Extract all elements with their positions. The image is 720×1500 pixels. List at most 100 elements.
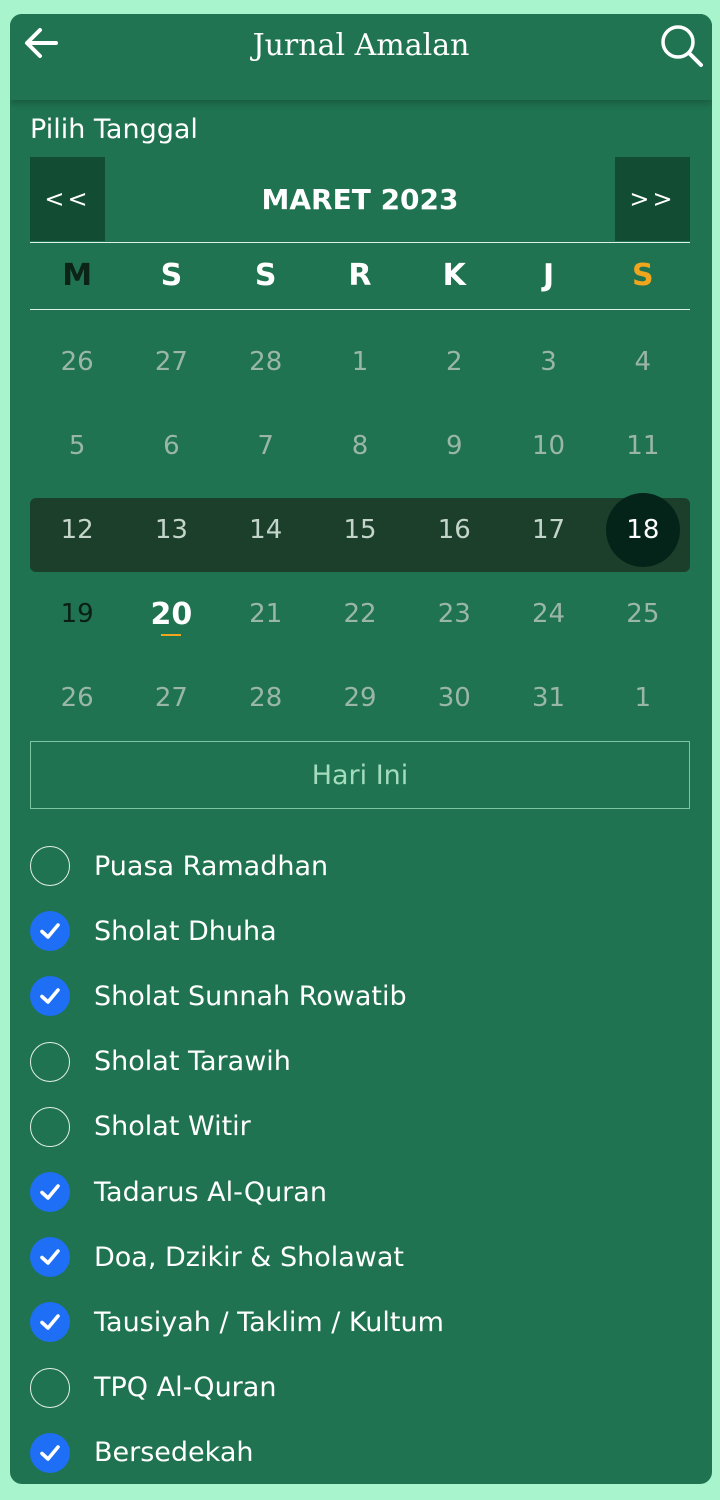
task-item[interactable]: Tausiyah / Taklim / Kultum bbox=[30, 1300, 690, 1344]
day-number: 13 bbox=[154, 515, 188, 545]
weekday-label: S bbox=[254, 257, 277, 293]
month-title: MARET 2023 bbox=[261, 182, 459, 216]
task-item[interactable]: Tadarus Al-Quran bbox=[30, 1170, 690, 1214]
calendar-grid: 26 27 28 1 2 3 4 5 6 7 8 9 10 11 12 13 14 15 16 17 18 19 20 21 2… bbox=[30, 320, 690, 740]
day-number: 28 bbox=[249, 683, 283, 713]
calendar-day[interactable]: 7 bbox=[219, 404, 313, 488]
checkbox-checked[interactable] bbox=[30, 1172, 70, 1212]
today-indicator bbox=[161, 634, 182, 636]
day-number: 16 bbox=[437, 515, 471, 545]
calendar-day[interactable]: 28 bbox=[219, 320, 313, 404]
day-number: 7 bbox=[257, 431, 274, 461]
day-number: 31 bbox=[532, 683, 566, 713]
day-number: 24 bbox=[532, 599, 566, 629]
task-label: Sholat Dhuha bbox=[94, 915, 277, 947]
day-number: 11 bbox=[626, 431, 660, 461]
checkbox-checked[interactable] bbox=[30, 1432, 70, 1473]
calendar-day[interactable]: 20 bbox=[124, 572, 218, 656]
task-item[interactable]: Sholat Witir bbox=[30, 1105, 690, 1149]
day-number: 10 bbox=[532, 431, 566, 461]
calendar-day[interactable]: 13 bbox=[124, 488, 218, 572]
task-label: Puasa Ramadhan bbox=[94, 850, 329, 882]
calendar-day[interactable]: 16 bbox=[407, 488, 501, 572]
checkbox-unchecked[interactable] bbox=[30, 1106, 70, 1147]
calendar-day[interactable]: 14 bbox=[219, 488, 313, 572]
day-number: 17 bbox=[532, 515, 566, 545]
calendar-week: 26 27 28 1 2 3 4 bbox=[30, 320, 690, 404]
calendar-day[interactable]: 19 bbox=[30, 572, 124, 656]
checkbox-unchecked[interactable] bbox=[30, 1367, 70, 1408]
calendar-day[interactable]: 26 bbox=[30, 656, 124, 740]
task-item[interactable]: Sholat Sunnah Rowatib bbox=[30, 974, 690, 1018]
calendar-day[interactable]: 24 bbox=[501, 572, 595, 656]
divider bbox=[30, 309, 690, 310]
calendar-day[interactable]: 28 bbox=[219, 656, 313, 740]
calendar-week: 19 20 21 22 23 24 25 bbox=[30, 572, 690, 656]
prev-month-button[interactable]: << bbox=[30, 157, 105, 241]
calendar-day[interactable]: 22 bbox=[313, 572, 407, 656]
next-month-button[interactable]: >> bbox=[615, 157, 690, 241]
calendar-day[interactable]: 6 bbox=[124, 404, 218, 488]
day-number: 21 bbox=[249, 599, 283, 629]
calendar-day[interactable]: 27 bbox=[124, 656, 218, 740]
calendar-day[interactable]: 21 bbox=[219, 572, 313, 656]
calendar-day[interactable]: 8 bbox=[313, 404, 407, 488]
task-item[interactable]: Doa, Dzikir & Sholawat bbox=[30, 1235, 690, 1279]
search-button[interactable] bbox=[656, 20, 706, 70]
calendar-day[interactable]: 2 bbox=[407, 320, 501, 404]
calendar-day[interactable]: 27 bbox=[124, 320, 218, 404]
task-item[interactable]: Sholat Dhuha bbox=[30, 909, 690, 953]
task-item[interactable]: Puasa Ramadhan bbox=[30, 844, 690, 888]
calendar-day[interactable]: 10 bbox=[501, 404, 595, 488]
search-icon bbox=[661, 25, 703, 67]
task-item[interactable]: Sholat Tarawih bbox=[30, 1040, 690, 1084]
day-number: 27 bbox=[154, 683, 188, 713]
calendar-day[interactable]: 11 bbox=[596, 404, 690, 488]
calendar-day[interactable]: 30 bbox=[407, 656, 501, 740]
day-number: 25 bbox=[626, 599, 660, 629]
calendar-day[interactable]: 29 bbox=[313, 656, 407, 740]
check-icon bbox=[40, 1314, 60, 1331]
calendar-day[interactable]: 9 bbox=[407, 404, 501, 488]
calendar-day[interactable]: 12 bbox=[30, 488, 124, 572]
day-number: 6 bbox=[163, 431, 180, 461]
task-label: Sholat Witir bbox=[94, 1111, 251, 1143]
checkbox-checked[interactable] bbox=[30, 1237, 70, 1278]
calendar-day[interactable]: 3 bbox=[501, 320, 595, 404]
calendar-week: 26 27 28 29 30 31 1 bbox=[30, 656, 690, 740]
calendar-day[interactable]: 17 bbox=[501, 488, 595, 572]
calendar-day[interactable]: 1 bbox=[313, 320, 407, 404]
weekday-header: M S S R K J S bbox=[30, 242, 690, 308]
calendar-day[interactable]: 15 bbox=[313, 488, 407, 572]
day-number: 4 bbox=[634, 347, 652, 377]
task-item[interactable]: Bersedekah bbox=[30, 1431, 690, 1475]
check-icon bbox=[40, 1444, 60, 1461]
day-number: 14 bbox=[249, 515, 283, 545]
calendar-day[interactable]: 5 bbox=[30, 404, 124, 488]
weekday-label: S bbox=[632, 257, 654, 293]
day-number: 1 bbox=[351, 347, 369, 377]
calendar-day[interactable]: 31 bbox=[501, 656, 595, 740]
app-header: Jurnal Amalan bbox=[10, 14, 712, 100]
calendar-day[interactable]: 1 bbox=[596, 656, 690, 740]
today-button[interactable]: Hari Ini bbox=[30, 741, 690, 809]
calendar-day[interactable]: 25 bbox=[596, 572, 690, 656]
calendar-day[interactable]: 4 bbox=[596, 320, 690, 404]
checkbox-unchecked[interactable] bbox=[30, 1041, 70, 1082]
checkbox-unchecked[interactable] bbox=[30, 846, 70, 886]
task-item[interactable]: TPQ Al-Quran bbox=[30, 1366, 690, 1410]
checkbox-checked[interactable] bbox=[30, 1302, 70, 1343]
checkbox-checked[interactable] bbox=[30, 911, 70, 952]
task-label: Sholat Sunnah Rowatib bbox=[94, 980, 407, 1012]
calendar-day[interactable]: 18 bbox=[596, 488, 690, 572]
checkbox-checked[interactable] bbox=[30, 976, 70, 1017]
check-icon bbox=[40, 1249, 60, 1265]
calendar-day[interactable]: 23 bbox=[407, 572, 501, 656]
day-number: 26 bbox=[60, 683, 94, 713]
day-number: 18 bbox=[626, 515, 660, 545]
calendar-day[interactable]: 26 bbox=[30, 320, 124, 404]
task-label: Doa, Dzikir & Sholawat bbox=[94, 1241, 404, 1273]
day-number: 30 bbox=[437, 683, 471, 713]
weekday-label: R bbox=[348, 257, 372, 293]
day-number: 2 bbox=[445, 347, 463, 377]
